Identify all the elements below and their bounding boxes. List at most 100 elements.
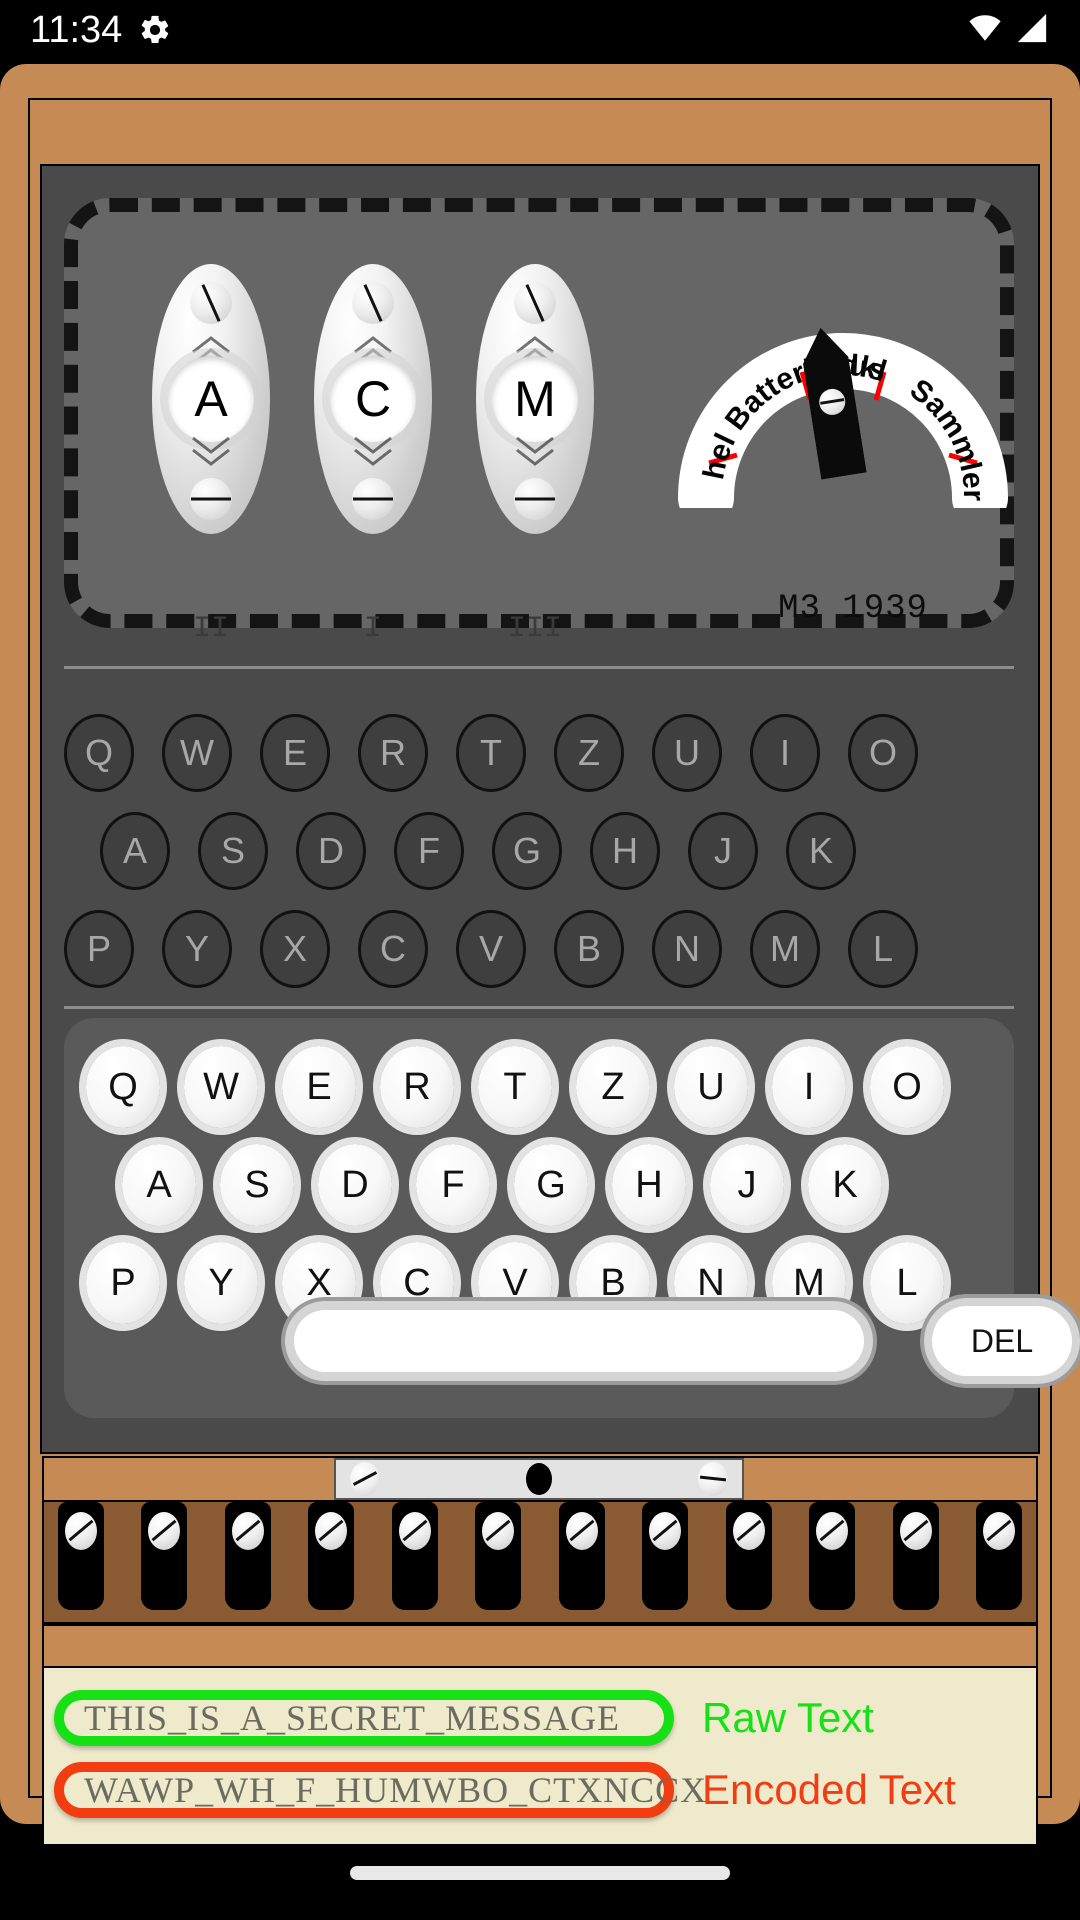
lamp-R: R: [358, 714, 428, 792]
lamp-H: H: [590, 812, 660, 890]
plug-screw-icon: [398, 1512, 431, 1550]
rotor-2[interactable]: C: [314, 264, 432, 534]
plug-screw-icon: [148, 1512, 181, 1550]
key-O[interactable]: O: [870, 1046, 944, 1128]
plug-socket[interactable]: [975, 1502, 1022, 1610]
encoded-text-field[interactable]: WAWP_WH_F_HUMWBO_CTXNCCX: [54, 1762, 706, 1818]
output-panel: THIS_IS_A_SECRET_MESSAGE Raw Text WAWP_W…: [42, 1668, 1038, 1846]
power-switch-dial[interactable]: hel Batterie dkl aus Sammler: [678, 248, 1008, 526]
encoded-text-label: Encoded Text: [702, 1766, 956, 1813]
key-H[interactable]: H: [612, 1144, 686, 1226]
key-Z[interactable]: Z: [576, 1046, 650, 1128]
rotor-1[interactable]: A: [152, 264, 270, 534]
plug-screw-icon: [315, 1512, 348, 1550]
pointer-screw-icon: [817, 387, 847, 417]
lampboard-row-3: PYXCVBNML: [64, 910, 918, 988]
key-W[interactable]: W: [184, 1046, 258, 1128]
plugboard[interactable]: [42, 1502, 1038, 1624]
plug-socket[interactable]: [58, 1502, 104, 1610]
raw-text-field[interactable]: THIS_IS_A_SECRET_MESSAGE: [54, 1690, 674, 1746]
rotor-3-letter: M: [492, 356, 578, 442]
status-time: 11:34: [30, 8, 123, 51]
lamp-O: O: [848, 714, 918, 792]
plate-screw-left-icon: [350, 1462, 380, 1496]
lamp-N: N: [652, 910, 722, 988]
lamp-K: K: [786, 812, 856, 890]
key-T[interactable]: T: [478, 1046, 552, 1128]
wifi-icon: [966, 11, 1004, 50]
rotor-screw-top-icon: [352, 282, 394, 324]
signal-icon: [1014, 11, 1050, 50]
lampboard-row-1: QWERTZUIO: [64, 714, 918, 792]
rotor-screw-bottom-icon: [514, 478, 556, 520]
lamp-I: I: [750, 714, 820, 792]
lamp-L: L: [848, 910, 918, 988]
lamp-U: U: [652, 714, 722, 792]
rotor-enclosure: A C M II I III hel Batter kl us Sammler …: [64, 198, 1014, 646]
status-icons: [966, 11, 1050, 50]
key-L[interactable]: L: [870, 1242, 944, 1324]
plug-socket[interactable]: [141, 1502, 188, 1610]
key-D[interactable]: D: [318, 1144, 392, 1226]
plug-socket[interactable]: [892, 1502, 939, 1610]
plug-socket[interactable]: [391, 1502, 438, 1610]
plugboard-plate[interactable]: [334, 1458, 744, 1500]
key-G[interactable]: G: [514, 1144, 588, 1226]
rotor-screw-top-icon: [514, 282, 556, 324]
space-key[interactable]: [294, 1310, 864, 1372]
key-S[interactable]: S: [220, 1144, 294, 1226]
rotor-screw-top-icon: [190, 282, 232, 324]
rotor-1-roman: II: [192, 612, 229, 646]
key-F[interactable]: F: [416, 1144, 490, 1226]
lamp-Y: Y: [162, 910, 232, 988]
plug-screw-icon: [816, 1512, 849, 1550]
plug-socket[interactable]: [725, 1502, 772, 1610]
key-J[interactable]: J: [710, 1144, 784, 1226]
key-K[interactable]: K: [808, 1144, 882, 1226]
plug-screw-icon: [649, 1512, 682, 1550]
key-R[interactable]: R: [380, 1046, 454, 1128]
lamp-E: E: [260, 714, 330, 792]
lamp-M: M: [750, 910, 820, 988]
rotor-1-letter: A: [168, 356, 254, 442]
plug-socket[interactable]: [224, 1502, 271, 1610]
plate-center-dot-icon: [526, 1463, 552, 1495]
key-E[interactable]: E: [282, 1046, 356, 1128]
plug-socket[interactable]: [308, 1502, 355, 1610]
plug-socket[interactable]: [475, 1502, 522, 1610]
key-Q[interactable]: Q: [86, 1046, 160, 1128]
key-U[interactable]: U: [674, 1046, 748, 1128]
rotor-down-chevron-icon[interactable]: [188, 434, 234, 468]
plug-screw-icon: [231, 1512, 264, 1550]
raw-text-line: THIS_IS_A_SECRET_MESSAGE Raw Text: [44, 1682, 1036, 1754]
lamp-G: G: [492, 812, 562, 890]
lamp-Q: Q: [64, 714, 134, 792]
rotor-2-letter: C: [330, 356, 416, 442]
svg-text:Sammler: Sammler: [904, 373, 990, 502]
plate-screw-right-icon: [698, 1462, 728, 1496]
rotor-3-roman: III: [507, 612, 562, 646]
divider-bottom: [64, 1006, 1014, 1009]
plug-socket[interactable]: [558, 1502, 605, 1610]
rotor-down-chevron-icon[interactable]: [512, 434, 558, 468]
divider-top: [64, 666, 1014, 669]
rotor-3[interactable]: M: [476, 264, 594, 534]
key-P[interactable]: P: [86, 1242, 160, 1324]
lamp-J: J: [688, 812, 758, 890]
key-I[interactable]: I: [772, 1046, 846, 1128]
machine-model-label: M3 1939: [778, 590, 928, 628]
lamp-F: F: [394, 812, 464, 890]
rotor-down-chevron-icon[interactable]: [350, 434, 396, 468]
gear-icon: [138, 13, 172, 47]
delete-key[interactable]: DEL: [932, 1306, 1072, 1376]
key-Y[interactable]: Y: [184, 1242, 258, 1324]
gesture-nav-pill[interactable]: [350, 1866, 730, 1880]
plug-socket[interactable]: [642, 1502, 689, 1610]
key-A[interactable]: A: [122, 1144, 196, 1226]
lamp-S: S: [198, 812, 268, 890]
plug-screw-icon: [982, 1512, 1015, 1550]
plug-screw-icon: [565, 1512, 598, 1550]
plug-socket[interactable]: [809, 1502, 856, 1610]
raw-text-label: Raw Text: [702, 1694, 874, 1741]
lamp-B: B: [554, 910, 624, 988]
